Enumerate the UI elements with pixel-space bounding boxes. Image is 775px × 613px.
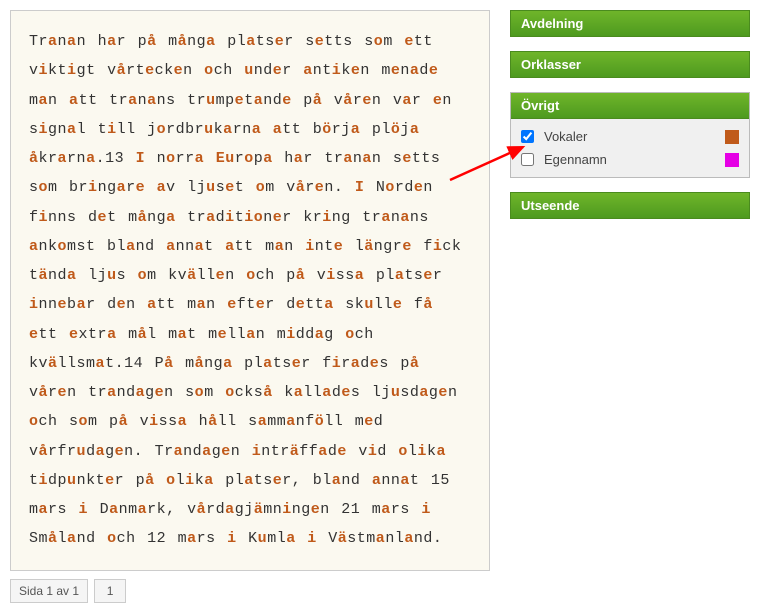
option-row-vokaler: Vokaler	[517, 125, 743, 148]
checkbox-vokaler[interactable]	[521, 130, 534, 143]
left-column: Tranan har på många platser setts som et…	[10, 10, 490, 603]
main-text-box: Tranan har på många platser setts som et…	[10, 10, 490, 571]
panel-ovrigt-header[interactable]: Övrigt	[511, 93, 749, 119]
panel-ovrigt: Övrigt Vokaler Egennamn	[510, 92, 750, 178]
right-column: Avdelning Orklasser Övrigt Vokaler Egenn…	[510, 10, 750, 219]
page-number-button[interactable]: 1	[94, 579, 126, 603]
pagination: Sida 1 av 1 1	[10, 579, 490, 603]
option-label-egennamn: Egennamn	[544, 152, 607, 167]
panel-orklasser-header[interactable]: Orklasser	[510, 51, 750, 78]
option-label-vokaler: Vokaler	[544, 129, 587, 144]
color-swatch-vokaler	[725, 130, 739, 144]
color-swatch-egennamn	[725, 153, 739, 167]
option-row-egennamn: Egennamn	[517, 148, 743, 171]
panel-ovrigt-body: Vokaler Egennamn	[511, 119, 749, 177]
page-info: Sida 1 av 1	[10, 579, 88, 603]
panel-utseende-header[interactable]: Utseende	[510, 192, 750, 219]
checkbox-egennamn[interactable]	[521, 153, 534, 166]
panel-avdelning-header[interactable]: Avdelning	[510, 10, 750, 37]
